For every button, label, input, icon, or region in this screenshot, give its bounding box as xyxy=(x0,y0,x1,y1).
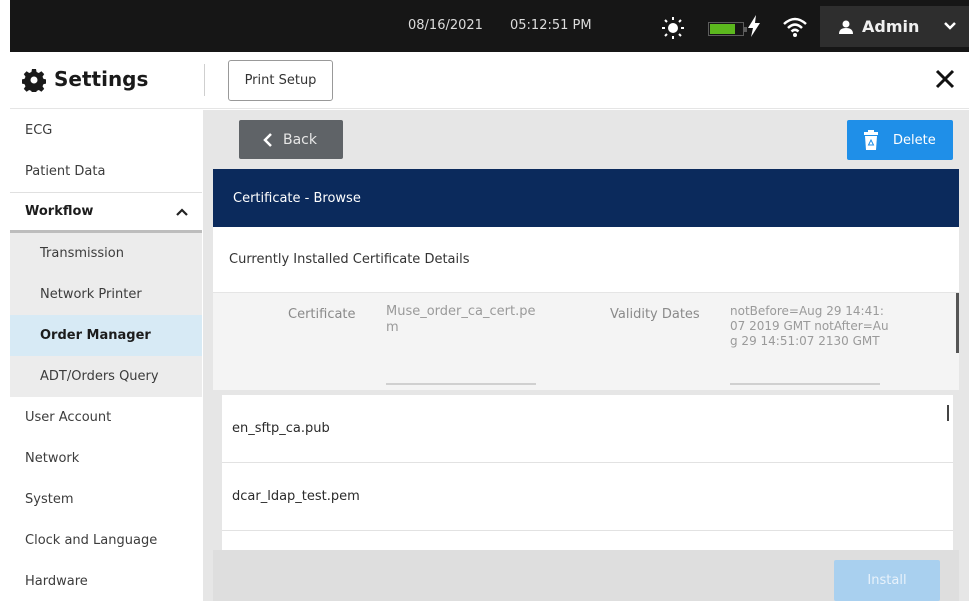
delete-button[interactable]: Delete xyxy=(847,120,953,160)
user-menu[interactable]: Admin xyxy=(820,6,969,47)
sidebar-item-clock-and-language[interactable]: Clock and Language xyxy=(10,520,202,561)
wifi-icon[interactable] xyxy=(782,16,808,38)
sidebar-item-order-manager[interactable]: Order Manager xyxy=(10,315,202,356)
certificate-file-name: dcar_ldap_test.pem xyxy=(232,489,360,504)
main-content: Back Delete Certificate - Browse Current… xyxy=(203,110,969,601)
certificate-file-name: en_sftp_ca.pub xyxy=(232,421,330,436)
user-icon xyxy=(839,20,853,34)
chevron-down-icon xyxy=(944,22,956,30)
back-button-label: Back xyxy=(283,131,317,148)
header-divider xyxy=(204,64,205,96)
certificate-value: Muse_order_ca_cert.pem xyxy=(386,304,536,335)
chevron-left-icon xyxy=(263,132,272,147)
sidebar-item-label: Workflow xyxy=(25,204,94,219)
sidebar-item-label: Network Printer xyxy=(40,287,142,302)
certificate-details-panel[interactable]: Certificate Muse_order_ca_cert.pem Valid… xyxy=(213,293,959,390)
delete-button-label: Delete xyxy=(893,132,936,148)
certificate-label: Certificate xyxy=(288,307,356,322)
status-time: 05:12:51 PM xyxy=(510,18,592,33)
sidebar-item-label: Order Manager xyxy=(40,328,151,343)
clipped-next-row xyxy=(386,383,536,385)
list-item[interactable]: dcar_ldap_test.pem xyxy=(222,463,953,531)
back-button[interactable]: Back xyxy=(239,120,343,159)
sidebar-item-label: User Account xyxy=(25,410,112,425)
validity-dates-label: Validity Dates xyxy=(610,307,700,322)
sidebar-section-workflow[interactable]: Workflow xyxy=(10,192,202,233)
brightness-icon[interactable] xyxy=(662,17,684,39)
sidebar-item-label: Hardware xyxy=(25,574,88,589)
sidebar-item-label: Network xyxy=(25,451,80,466)
status-date: 08/16/2021 xyxy=(408,18,483,33)
sidebar-item-label: Clock and Language xyxy=(25,533,158,548)
sidebar-item-label: ECG xyxy=(25,123,53,138)
status-bar: 08/16/2021 05:12:51 PM Admin xyxy=(10,0,969,52)
chevron-up-icon xyxy=(176,207,188,216)
sidebar-item-adt-orders-query[interactable]: ADT/Orders Query xyxy=(10,356,202,397)
sidebar-item-label: Transmission xyxy=(40,246,124,261)
sidebar-item-transmission[interactable]: Transmission xyxy=(10,233,202,274)
sidebar-item-label: ADT/Orders Query xyxy=(40,369,159,384)
battery-level-fill xyxy=(710,24,736,34)
print-setup-button[interactable]: Print Setup xyxy=(228,60,333,101)
installed-certificate-heading: Currently Installed Certificate Details xyxy=(213,227,959,293)
details-scrollbar[interactable] xyxy=(956,293,959,353)
page-title: Settings xyxy=(54,67,149,91)
gear-icon xyxy=(22,69,46,92)
sidebar-item-network-printer[interactable]: Network Printer xyxy=(10,274,202,315)
sidebar-item-network[interactable]: Network xyxy=(10,438,202,479)
close-icon[interactable] xyxy=(935,69,955,89)
sidebar-item-patient-data[interactable]: Patient Data xyxy=(10,151,202,192)
sidebar-item-system[interactable]: System xyxy=(10,479,202,520)
settings-sidebar: ECG Patient Data Workflow Transmission N… xyxy=(10,110,202,601)
install-button[interactable]: Install xyxy=(834,560,940,601)
panel-title: Certificate - Browse xyxy=(213,169,959,227)
list-scrollbar[interactable] xyxy=(947,405,949,421)
sidebar-item-hardware[interactable]: Hardware xyxy=(10,561,202,602)
user-name: Admin xyxy=(862,17,920,36)
clipped-next-row xyxy=(730,383,880,385)
sidebar-item-ecg[interactable]: ECG xyxy=(10,110,202,151)
settings-header: Settings Print Setup xyxy=(10,52,969,109)
trash-icon xyxy=(864,130,878,150)
sidebar-item-label: Patient Data xyxy=(25,164,106,179)
sidebar-item-label: System xyxy=(25,492,74,507)
sidebar-item-user-account[interactable]: User Account xyxy=(10,397,202,438)
battery-icon xyxy=(708,22,747,36)
validity-dates-value: notBefore=Aug 29 14:41:07 2019 GMT notAf… xyxy=(730,304,889,348)
list-item[interactable]: en_sftp_ca.pub xyxy=(222,395,953,463)
charging-icon xyxy=(748,15,760,37)
certificate-list: en_sftp_ca.pub dcar_ldap_test.pem xyxy=(222,395,953,550)
